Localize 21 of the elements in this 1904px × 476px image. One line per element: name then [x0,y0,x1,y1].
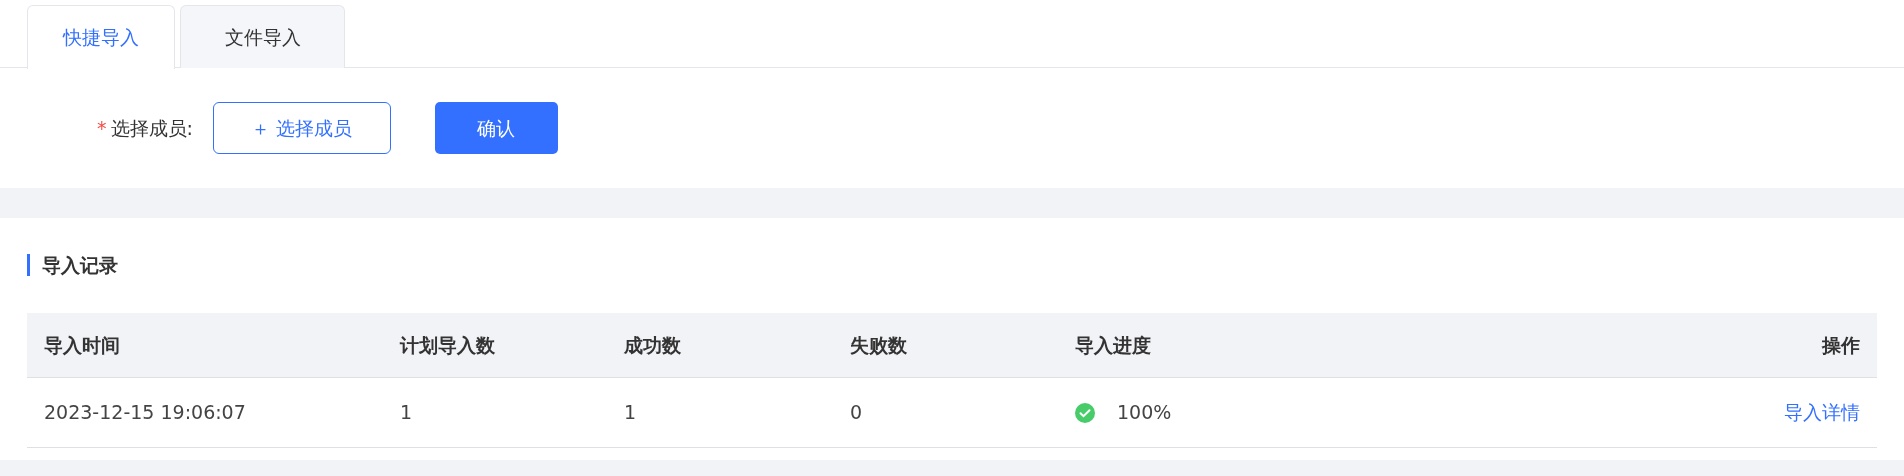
column-header: 导入时间 [43,332,121,358]
progress-text: 100% [1117,400,1172,426]
table-cell-text: 0 [849,400,864,426]
section-title: 导入记录 [42,252,118,278]
tab[interactable]: 文件导入 [180,5,345,68]
details-link[interactable]: 导入详情 [1784,398,1860,427]
accent-bar [27,254,30,276]
table-cell-text: 2023-12-15 19:06:07 [43,400,247,426]
table-cell-text: 1 [623,400,638,426]
required-mark: * [97,115,107,141]
column-header: 操作 [1820,332,1861,358]
table-cell-text: 1 [399,400,414,426]
column-header: 计划导入数 [398,332,496,358]
confirm-button[interactable]: 确认 [434,102,558,154]
select-members-button[interactable]: ＋ 选择成员 [212,102,391,154]
check-circle-icon [1075,402,1095,423]
column-header: 导入进度 [1074,332,1152,358]
tab[interactable]: 快捷导入 [27,5,175,69]
column-header: 失败数 [849,332,908,358]
column-header: 成功数 [623,332,682,358]
field-label: 选择成员: [110,115,193,141]
